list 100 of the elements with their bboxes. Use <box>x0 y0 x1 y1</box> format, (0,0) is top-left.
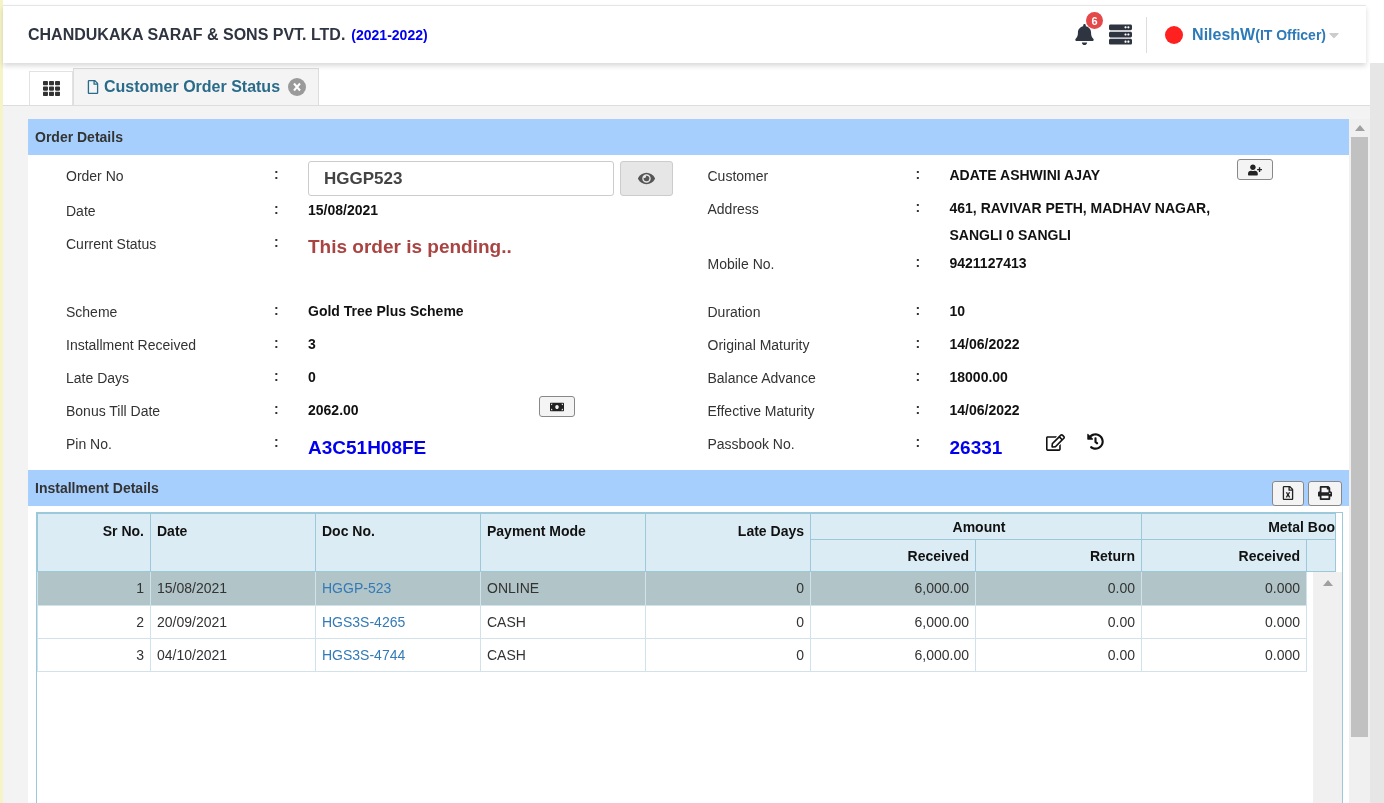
edit-button[interactable] <box>1046 433 1066 452</box>
field-label: Balance Advance <box>707 369 817 386</box>
field-value: 461, RAVIVAR PETH, MADHAV NAGAR, SANGLI 0 SANGLI <box>949 199 1212 245</box>
field-label: Current Status <box>66 235 158 252</box>
colon: : <box>915 334 922 351</box>
section-title: Installment Details <box>35 480 159 496</box>
table-cell: 0 <box>645 638 811 671</box>
field-value: 9421127413 <box>949 254 1027 273</box>
export-excel-button[interactable] <box>1272 480 1304 506</box>
table-cell: 6,000.00 <box>810 572 976 605</box>
history-icon <box>1087 433 1105 450</box>
column-header: Payment Mode <box>480 513 646 572</box>
colon: : <box>274 200 280 217</box>
document-link[interactable]: HGS3S-4744 <box>315 638 481 671</box>
document-link[interactable]: HGGP-523 <box>315 572 481 605</box>
table-cell: CASH <box>480 605 646 638</box>
table-cell: 3 <box>37 638 151 671</box>
field-label: Customer <box>707 167 770 184</box>
status-dot <box>1165 25 1184 44</box>
table-cell: 2 <box>37 605 151 638</box>
field-label: Date <box>66 202 97 219</box>
column-header: Sr No. <box>37 513 151 572</box>
table-cell: ONLINE <box>480 572 646 605</box>
field-label: Duration <box>707 303 762 320</box>
document-icon <box>86 80 100 94</box>
column-header: Received <box>1141 539 1307 572</box>
colon: : <box>915 198 922 215</box>
eye-icon <box>638 170 655 187</box>
table-cell: 1 <box>37 572 151 605</box>
notification-badge: 6 <box>1086 12 1104 29</box>
field-value: 15/08/2021 <box>308 201 379 220</box>
user-role: (IT Officer) <box>1255 26 1326 43</box>
column-header: Date <box>150 513 316 572</box>
field-value: 3 <box>308 335 316 354</box>
bell-icon[interactable] <box>1074 24 1096 45</box>
add-user-button[interactable] <box>1237 159 1274 180</box>
field-label: Late Days <box>66 369 131 386</box>
company-name: CHANDUKAKA SARAF & SONS PVT. LTD. <box>28 25 346 44</box>
field-value: A3C51H08FE <box>308 436 427 459</box>
field-label: Mobile No. <box>707 255 776 272</box>
tab[interactable]: Customer Order Status <box>73 68 320 105</box>
field-value: Gold Tree Plus Scheme <box>308 302 464 321</box>
colon: : <box>274 367 280 384</box>
field-value: 2062.00 <box>308 401 359 420</box>
table-cell: 20/09/2021 <box>150 605 316 638</box>
table-cell: 6,000.00 <box>810 605 976 638</box>
order-number-field[interactable]: HGGP523 <box>308 161 614 196</box>
cash-button[interactable] <box>538 396 575 417</box>
table-cell: 6,000.00 <box>810 638 976 671</box>
scrollbar[interactable] <box>1313 572 1342 803</box>
view-button[interactable] <box>620 161 673 196</box>
financial-year: (2021-2022) <box>351 26 428 43</box>
table-cell: CASH <box>480 638 646 671</box>
grid-icon <box>42 80 60 97</box>
field-value: ADATE ASHWINI AJAY <box>949 166 1101 185</box>
column-header: Doc No. <box>315 513 481 572</box>
colon: : <box>915 301 922 318</box>
excel-file-icon <box>1281 486 1295 500</box>
colon: : <box>915 253 922 270</box>
field-label: Original Maturity <box>707 336 811 353</box>
print-button[interactable] <box>1308 480 1342 506</box>
colon: : <box>915 433 922 450</box>
table-cell: 04/10/2021 <box>150 638 316 671</box>
field-label: Pin No. <box>66 435 113 452</box>
table-cell: 0.00 <box>975 572 1142 605</box>
apps-button[interactable] <box>29 71 73 105</box>
table-cell: 0.000 <box>1141 605 1307 638</box>
field-value: 14/06/2022 <box>949 401 1020 420</box>
field-label: Order No <box>66 167 125 184</box>
column-header: Return <box>975 539 1142 572</box>
user-plus-icon <box>1248 162 1263 177</box>
colon: : <box>274 334 280 351</box>
colon: : <box>915 400 922 417</box>
colon: : <box>274 433 280 450</box>
close-icon[interactable] <box>288 78 307 96</box>
column-group-header: Amount <box>810 513 1142 540</box>
history-button[interactable] <box>1087 433 1105 450</box>
document-link[interactable]: HGS3S-4265 <box>315 605 481 638</box>
table-cell: 0 <box>645 605 811 638</box>
field-label: Scheme <box>66 303 119 320</box>
user-name[interactable]: NileshW <box>1192 25 1256 44</box>
field-label: Effective Maturity <box>707 402 816 419</box>
table-cell: 0.000 <box>1141 638 1307 671</box>
column-header: Received <box>810 539 976 572</box>
table-cell: 0.00 <box>975 638 1142 671</box>
table-cell: 15/08/2021 <box>150 572 316 605</box>
edit-icon <box>1046 433 1066 452</box>
section-title: Order Details <box>35 129 123 145</box>
table-cell: 0.00 <box>975 605 1142 638</box>
print-icon <box>1318 486 1332 500</box>
colon: : <box>274 301 280 318</box>
field-label: Address <box>707 200 760 217</box>
colon: : <box>274 233 280 250</box>
field-label: Installment Received <box>66 336 197 353</box>
server-icon[interactable] <box>1109 23 1133 46</box>
table-cell: 0 <box>645 572 811 605</box>
field-value: 10 <box>949 302 966 321</box>
field-value: 26331 <box>949 436 1003 459</box>
colon: : <box>915 367 922 384</box>
column-header: Late Days <box>645 513 811 572</box>
